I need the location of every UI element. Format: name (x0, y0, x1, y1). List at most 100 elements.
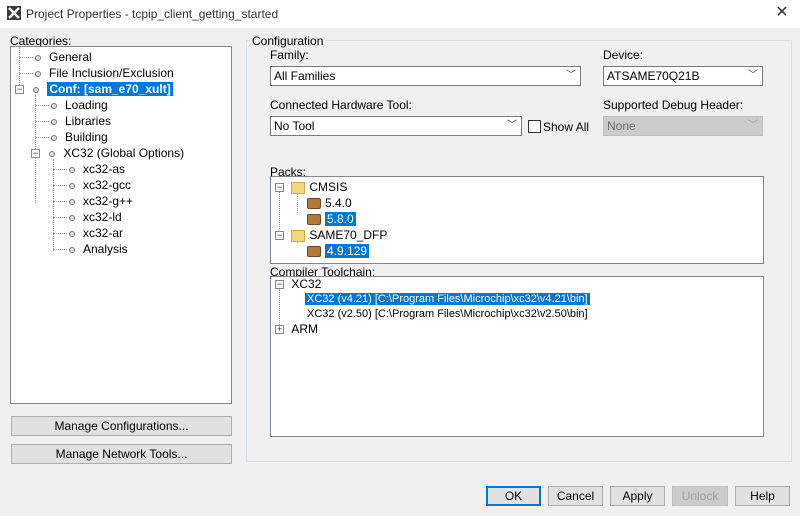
collapse-icon[interactable]: − (275, 231, 284, 241)
category-label: Libraries (65, 114, 112, 128)
bullet-icon (35, 70, 41, 77)
bullet-icon (35, 54, 41, 61)
mplab-app-icon (7, 6, 21, 20)
category-label: Analysis (83, 242, 128, 256)
category-label: Conf: [sam_e70_xult] (47, 82, 173, 96)
pack-cmsis[interactable]: − CMSIS (275, 179, 347, 195)
category-xc32-ld[interactable]: xc32-ld (53, 209, 122, 225)
unlock-button[interactable]: Unlock (672, 486, 728, 506)
show-all-checkbox[interactable] (528, 120, 541, 133)
apply-button[interactable]: Apply (610, 486, 665, 506)
debug-header-select[interactable]: None ﹀ (603, 116, 763, 136)
toolchain-tree[interactable]: − XC32 XC32 (v4.21) [C:\Program Files\Mi… (270, 276, 764, 437)
category-xc32-gcc[interactable]: xc32-gcc (53, 177, 131, 193)
category-xc32-as[interactable]: xc32-as (53, 161, 125, 177)
bullet-icon (51, 118, 57, 125)
toolchain-item-label: XC32 (v2.50) [C:\Program Files\Microchip… (307, 308, 588, 320)
chevron-down-icon: ﹀ (507, 120, 517, 131)
category-analysis[interactable]: Analysis (53, 241, 128, 257)
category-conf[interactable]: − Conf: [sam_e70_xult] (15, 81, 173, 97)
toolchain-group-xc32[interactable]: − XC32 (275, 277, 321, 292)
configuration-title: Configuration (250, 34, 326, 48)
package-icon (307, 214, 321, 226)
toolchain-group-label: XC32 (291, 277, 322, 291)
category-libraries[interactable]: Libraries (35, 113, 111, 129)
hardware-tool-select[interactable]: No Tool ﹀ (270, 116, 522, 136)
bullet-icon (69, 182, 75, 189)
device-label: Device: (603, 48, 644, 62)
folder-icon (291, 229, 306, 242)
pack-version-label: 5.8.0 (325, 212, 356, 226)
pack-same70-dfp[interactable]: − SAME70_DFP (275, 227, 387, 243)
category-label: xc32-ar (83, 226, 124, 240)
help-button[interactable]: Help (735, 486, 790, 506)
category-label: Building (65, 130, 108, 144)
bullet-icon (69, 246, 75, 253)
ok-button[interactable]: OK (486, 486, 541, 506)
family-select[interactable]: All Families ﹀ (270, 66, 581, 86)
show-all-label: Show All (543, 120, 590, 134)
bullet-icon (49, 150, 56, 157)
family-label: Family: (270, 48, 309, 62)
category-general[interactable]: General (19, 49, 92, 65)
category-label: XC32 (Global Options) (63, 146, 185, 160)
hardware-tool-label: Connected Hardware Tool: (270, 98, 412, 112)
category-xc32-global[interactable]: − XC32 (Global Options) (31, 145, 184, 161)
category-file-inclusion[interactable]: File Inclusion/Exclusion (19, 65, 174, 81)
package-icon (307, 246, 321, 258)
pack-version-label: 4.9.129 (325, 244, 370, 258)
bullet-icon (33, 86, 40, 93)
cancel-button[interactable]: Cancel (548, 486, 603, 506)
pack-name: SAME70_DFP (309, 228, 388, 242)
debug-header-label: Supported Debug Header: (603, 98, 744, 112)
bullet-icon (69, 198, 75, 205)
toolchain-item[interactable]: XC32 (v4.21) [C:\Program Files\Microchip… (305, 292, 590, 307)
chevron-down-icon: ﹀ (566, 70, 576, 81)
tree-guide-line (279, 189, 280, 229)
category-loading[interactable]: Loading (35, 97, 108, 113)
chevron-down-icon: ﹀ (748, 120, 758, 131)
close-button[interactable]: ✕ (768, 2, 796, 24)
category-label: General (49, 50, 92, 64)
pack-version[interactable]: 5.8.0 (307, 211, 356, 227)
manage-network-tools-button[interactable]: Manage Network Tools... (11, 444, 232, 464)
category-building[interactable]: Building (35, 129, 108, 145)
window-title: Project Properties - tcpip_client_gettin… (26, 7, 279, 21)
category-label: File Inclusion/Exclusion (49, 66, 174, 80)
category-xc32-ar[interactable]: xc32-ar (53, 225, 123, 241)
packs-tree[interactable]: − CMSIS 5.4.0 5.8.0 − SAME70_DFP 4.9.129 (270, 176, 764, 264)
hardware-tool-value: No Tool (274, 119, 315, 133)
category-label: xc32-as (83, 162, 126, 176)
category-label: xc32-gcc (83, 178, 132, 192)
categories-tree[interactable]: General File Inclusion/Exclusion − Conf:… (10, 46, 232, 404)
bullet-icon (51, 134, 57, 141)
manage-configurations-button[interactable]: Manage Configurations... (11, 416, 232, 436)
folder-icon (291, 181, 306, 194)
bullet-icon (69, 230, 75, 237)
toolchain-group-label: ARM (291, 322, 319, 336)
debug-header-value: None (607, 119, 636, 133)
pack-name: CMSIS (309, 180, 348, 194)
bullet-icon (69, 214, 75, 221)
collapse-icon[interactable]: − (275, 183, 284, 193)
bullet-icon (69, 166, 75, 173)
pack-version-label: 5.4.0 (325, 196, 352, 210)
package-icon (307, 198, 321, 210)
pack-version[interactable]: 4.9.129 (307, 243, 370, 259)
collapse-icon[interactable]: − (15, 85, 24, 95)
expand-icon[interactable]: + (275, 325, 284, 335)
chevron-down-icon: ﹀ (748, 70, 758, 81)
toolchain-item-label: XC32 (v4.21) [C:\Program Files\Microchip… (305, 293, 590, 305)
category-xc32-gpp[interactable]: xc32-g++ (53, 193, 133, 209)
device-value: ATSAME70Q21B (607, 69, 700, 83)
toolchain-item[interactable]: XC32 (v2.50) [C:\Program Files\Microchip… (305, 307, 590, 322)
collapse-icon[interactable]: − (275, 280, 284, 290)
toolchain-group-arm[interactable]: + ARM (275, 322, 318, 337)
category-label: xc32-ld (83, 210, 122, 224)
category-label: Loading (65, 98, 108, 112)
collapse-icon[interactable]: − (31, 149, 40, 159)
device-select[interactable]: ATSAME70Q21B ﹀ (603, 66, 763, 86)
pack-version[interactable]: 5.4.0 (307, 195, 352, 211)
family-value: All Families (274, 69, 336, 83)
category-label: xc32-g++ (83, 194, 134, 208)
